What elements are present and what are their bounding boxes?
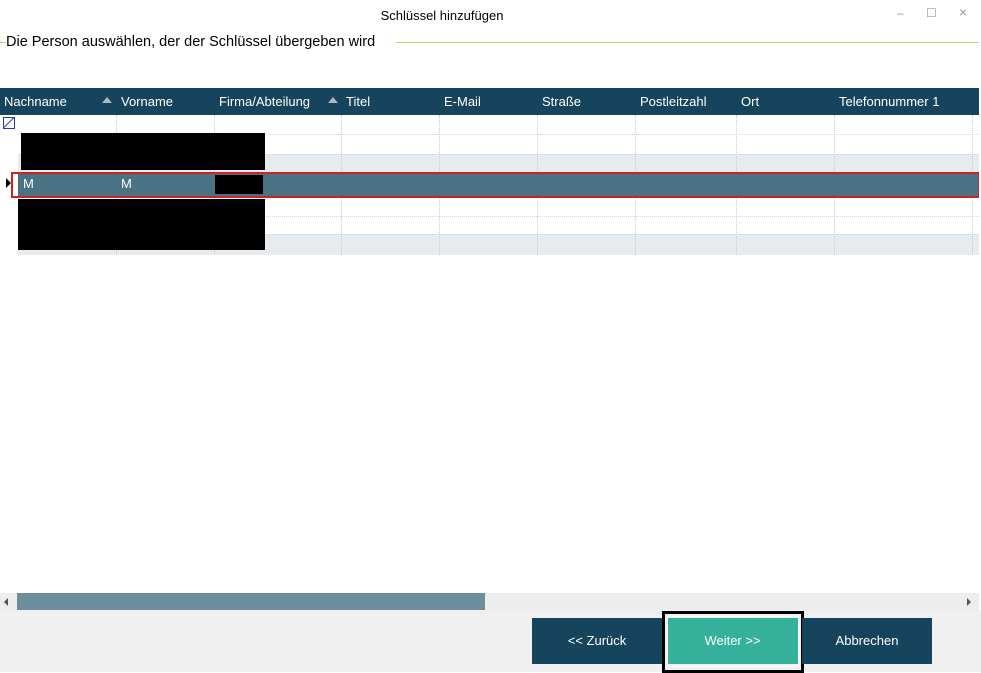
column-header-telefonnummer[interactable]: Telefonnummer 1 xyxy=(839,88,939,115)
scrollbar-thumb[interactable] xyxy=(17,593,485,610)
scroll-left-icon[interactable] xyxy=(4,598,8,606)
column-header-postleitzahl[interactable]: Postleitzahl xyxy=(640,88,706,115)
cancel-button[interactable]: Abbrechen xyxy=(802,618,932,664)
grid-header: Nachname Vorname Firma/Abteilung Titel E… xyxy=(0,88,979,115)
redacted-block xyxy=(18,199,265,250)
person-grid: Nachname Vorname Firma/Abteilung Titel E… xyxy=(0,88,979,593)
section-header: Die Person auswählen, der der Schlüssel … xyxy=(6,34,382,50)
filter-clear-icon[interactable] xyxy=(3,117,15,129)
column-header-firma[interactable]: Firma/Abteilung xyxy=(219,88,310,115)
window-title: Schlüssel hinzufügen xyxy=(380,8,504,23)
redacted-block xyxy=(21,133,265,170)
minimize-icon[interactable]: – xyxy=(897,6,904,20)
redacted-block xyxy=(215,175,263,194)
next-button-highlight xyxy=(662,611,804,673)
column-header-titel[interactable]: Titel xyxy=(346,88,370,115)
column-header-vorname[interactable]: Vorname xyxy=(121,88,173,115)
horizontal-scrollbar[interactable] xyxy=(0,593,979,610)
footer-bar: << Zurück Weiter >> Abbrechen xyxy=(0,610,981,673)
selection-highlight xyxy=(11,172,979,198)
filter-row[interactable] xyxy=(0,115,979,133)
back-button[interactable]: << Zurück xyxy=(532,618,662,664)
section-divider xyxy=(396,42,979,43)
title-bar: Schlüssel hinzufügen – ☐ × xyxy=(0,0,981,30)
scroll-right-icon[interactable] xyxy=(967,598,971,606)
column-header-nachname[interactable]: Nachname xyxy=(4,88,67,115)
column-header-ort[interactable]: Ort xyxy=(741,88,759,115)
sort-ascending-icon[interactable] xyxy=(328,97,338,103)
column-header-email[interactable]: E-Mail xyxy=(444,88,481,115)
maximize-icon[interactable]: ☐ xyxy=(926,6,937,20)
close-icon[interactable]: × xyxy=(959,4,967,20)
sort-ascending-icon[interactable] xyxy=(102,97,112,103)
column-header-strasse[interactable]: Straße xyxy=(542,88,581,115)
